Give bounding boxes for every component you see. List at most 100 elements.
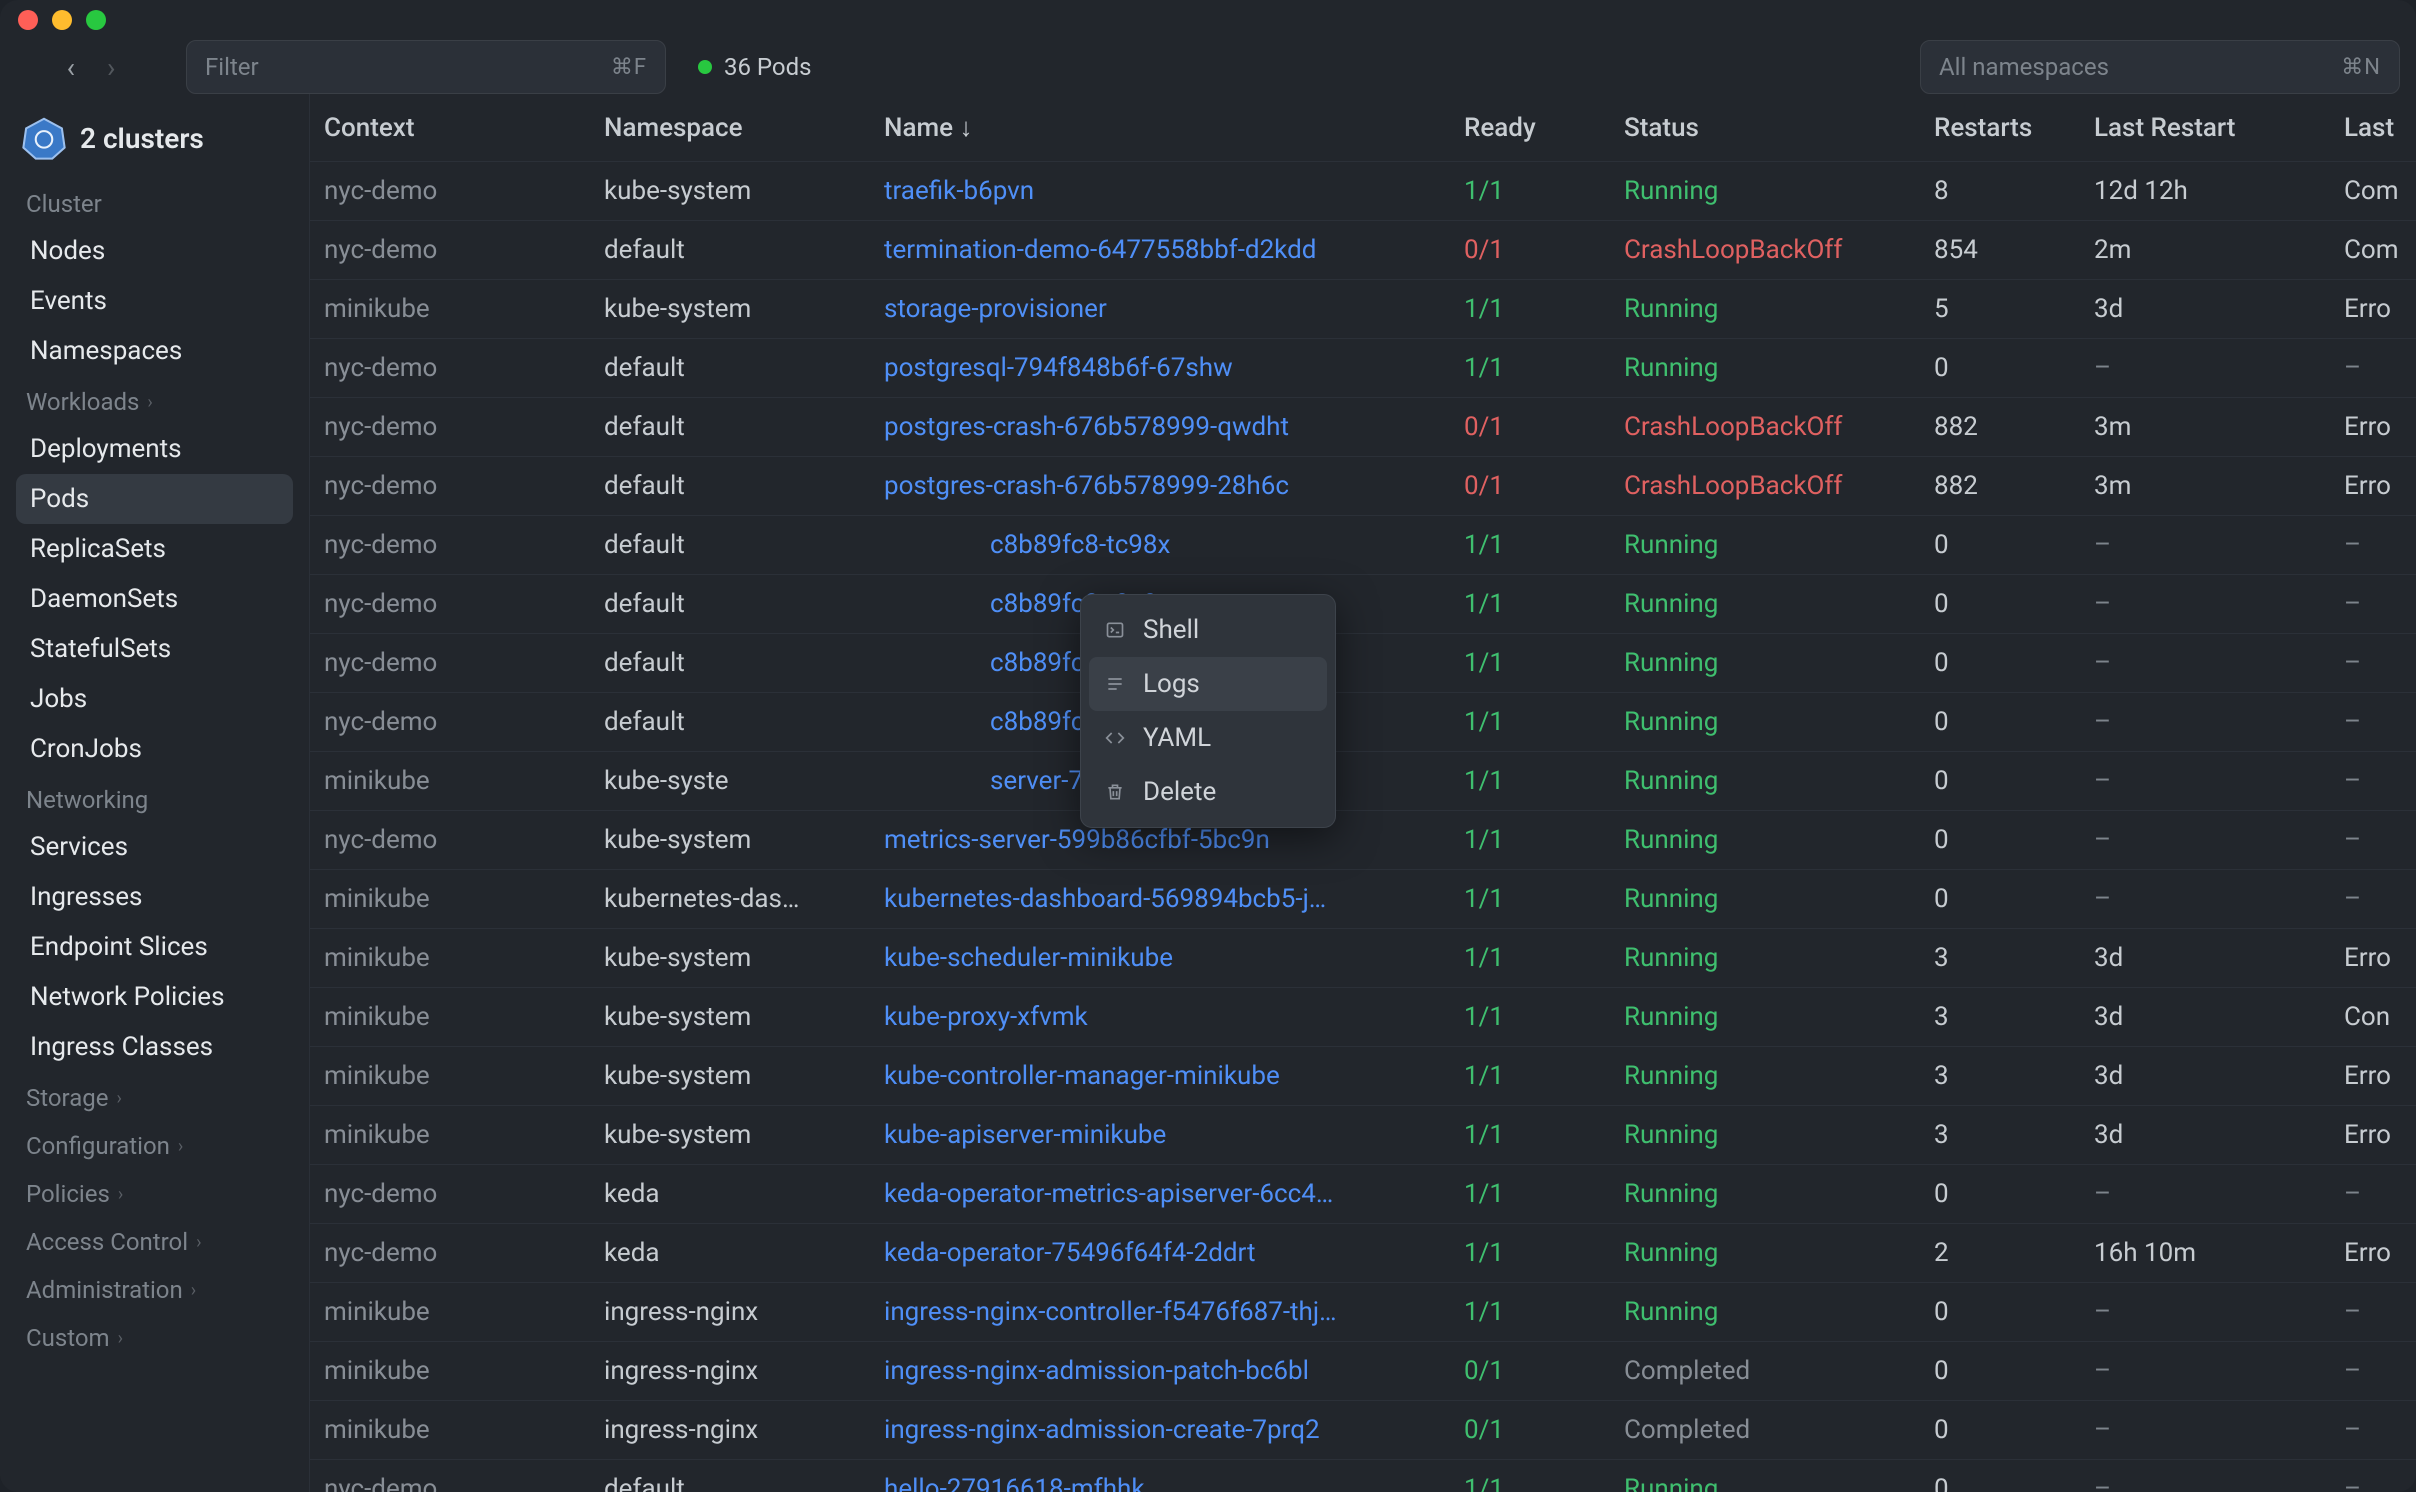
col-restarts[interactable]: Restarts xyxy=(1920,94,2080,162)
table-row[interactable]: nyc-demodefaultpostgres-crash-676b578999… xyxy=(310,398,2416,457)
cell-ready: 0/1 xyxy=(1450,457,1610,516)
col-context[interactable]: Context xyxy=(310,94,590,162)
cell-name[interactable]: ingress-nginx-admission-create-7prq2 xyxy=(870,1401,1450,1460)
namespace-select[interactable]: All namespaces ⌘N xyxy=(1920,40,2400,94)
sidebar-item-cronjobs[interactable]: CronJobs xyxy=(16,724,293,774)
close-icon[interactable] xyxy=(18,10,38,30)
table-row[interactable]: minikubekube-systeserver-786f5fb55f-twnt… xyxy=(310,752,2416,811)
cell-last: Erro xyxy=(2330,1047,2416,1106)
table-row[interactable]: minikubekube-systemkube-apiserver-miniku… xyxy=(310,1106,2416,1165)
table-row[interactable]: minikubeingress-nginxingress-nginx-admis… xyxy=(310,1401,2416,1460)
cell-last: – xyxy=(2330,1283,2416,1342)
cell-namespace: kube-system xyxy=(590,988,870,1047)
cell-name[interactable]: c8b89fc8-tc98x xyxy=(870,516,1450,575)
table-row[interactable]: minikubekube-systemkube-controller-manag… xyxy=(310,1047,2416,1106)
cell-name[interactable]: postgresql-794f848b6f-67shw xyxy=(870,339,1450,398)
table-row[interactable]: nyc-demokube-systemtraefik-b6pvn1/1Runni… xyxy=(310,162,2416,221)
cell-last-restart: 3m xyxy=(2080,398,2330,457)
kubernetes-icon xyxy=(22,116,66,160)
cell-last-restart: – xyxy=(2080,693,2330,752)
nav-back-button[interactable]: ‹ xyxy=(67,51,75,84)
sidebar-item-network-policies[interactable]: Network Policies xyxy=(16,972,293,1022)
sidebar-section-administration[interactable]: Administration› xyxy=(16,1264,293,1312)
chevron-right-icon: › xyxy=(196,1232,201,1253)
col-name[interactable]: Name ↓ xyxy=(870,94,1450,162)
cell-namespace: default xyxy=(590,1460,870,1492)
table-row[interactable]: nyc-demokedakeda-operator-75496f64f4-2dd… xyxy=(310,1224,2416,1283)
cell-name[interactable]: postgres-crash-676b578999-28h6c xyxy=(870,457,1450,516)
table-row[interactable]: nyc-demodefaultc8b89fc8-2h8hn1/1Running0… xyxy=(310,693,2416,752)
cell-name[interactable]: kube-controller-manager-minikube xyxy=(870,1047,1450,1106)
table-row[interactable]: nyc-demodefaulthello-27916618-mfhhk1/1Ru… xyxy=(310,1460,2416,1492)
table-row[interactable]: minikubekubernetes-das…kubernetes-dashbo… xyxy=(310,870,2416,929)
cell-name[interactable]: keda-operator-75496f64f4-2ddrt xyxy=(870,1224,1450,1283)
cell-name[interactable]: kubernetes-dashboard-569894bcb5-j… xyxy=(870,870,1450,929)
cell-name[interactable]: kube-scheduler-minikube xyxy=(870,929,1450,988)
cell-name[interactable]: postgres-crash-676b578999-qwdht xyxy=(870,398,1450,457)
minimize-icon[interactable] xyxy=(52,10,72,30)
table-row[interactable]: minikubeingress-nginxingress-nginx-admis… xyxy=(310,1342,2416,1401)
sidebar-item-ingresses[interactable]: Ingresses xyxy=(16,872,293,922)
cell-restarts: 8 xyxy=(1920,162,2080,221)
cell-name[interactable]: hello-27916618-mfhhk xyxy=(870,1460,1450,1492)
col-ready[interactable]: Ready xyxy=(1450,94,1610,162)
sidebar-item-namespaces[interactable]: Namespaces xyxy=(16,326,293,376)
table-row[interactable]: nyc-demodefaultpostgres-crash-676b578999… xyxy=(310,457,2416,516)
zoom-icon[interactable] xyxy=(86,10,106,30)
col-namespace[interactable]: Namespace xyxy=(590,94,870,162)
cell-status: CrashLoopBackOff xyxy=(1610,221,1920,280)
table-row[interactable]: minikubekube-systemkube-proxy-xfvmk1/1Ru… xyxy=(310,988,2416,1047)
sidebar-item-replicasets[interactable]: ReplicaSets xyxy=(16,524,293,574)
col-last[interactable]: Last xyxy=(2330,94,2416,162)
table-row[interactable]: nyc-demokedakeda-operator-metrics-apiser… xyxy=(310,1165,2416,1224)
table-row[interactable]: nyc-demokube-systemmetrics-server-599b86… xyxy=(310,811,2416,870)
menu-item-shell[interactable]: Shell xyxy=(1089,603,1327,657)
sidebar-section-configuration[interactable]: Configuration› xyxy=(16,1120,293,1168)
table-row[interactable]: minikubekube-systemstorage-provisioner1/… xyxy=(310,280,2416,339)
col-last[interactable]: Last Restart xyxy=(2080,94,2330,162)
cell-status: Running xyxy=(1610,280,1920,339)
cell-name[interactable]: keda-operator-metrics-apiserver-6cc4… xyxy=(870,1165,1450,1224)
cell-name[interactable]: storage-provisioner xyxy=(870,280,1450,339)
sidebar-item-nodes[interactable]: Nodes xyxy=(16,226,293,276)
sidebar-section-workloads[interactable]: Workloads› xyxy=(16,376,293,424)
table-row[interactable]: minikubekube-systemkube-scheduler-miniku… xyxy=(310,929,2416,988)
sidebar-section-storage[interactable]: Storage› xyxy=(16,1072,293,1120)
table-row[interactable]: minikubeingress-nginxingress-nginx-contr… xyxy=(310,1283,2416,1342)
cell-name[interactable]: traefik-b6pvn xyxy=(870,162,1450,221)
table-row[interactable]: nyc-demodefaultc8b89fc8-gtv8j1/1Running0… xyxy=(310,634,2416,693)
sidebar-section-custom[interactable]: Custom› xyxy=(16,1312,293,1360)
menu-item-yaml[interactable]: YAML xyxy=(1089,711,1327,765)
nav-forward-button[interactable]: › xyxy=(107,51,115,84)
cell-name[interactable]: ingress-nginx-admission-patch-bc6bl xyxy=(870,1342,1450,1401)
sidebar-section-access-control[interactable]: Access Control› xyxy=(16,1216,293,1264)
menu-item-delete[interactable]: Delete xyxy=(1089,765,1327,819)
cell-ready: 1/1 xyxy=(1450,929,1610,988)
sidebar-item-events[interactable]: Events xyxy=(16,276,293,326)
sidebar-section-policies[interactable]: Policies› xyxy=(16,1168,293,1216)
cell-name[interactable]: kube-apiserver-minikube xyxy=(870,1106,1450,1165)
sidebar-item-pods[interactable]: Pods xyxy=(16,474,293,524)
col-status[interactable]: Status xyxy=(1610,94,1920,162)
table-row[interactable]: nyc-demodefaultc8b89fc8-t8s8c1/1Running0… xyxy=(310,575,2416,634)
table-row[interactable]: nyc-demodefaulttermination-demo-6477558b… xyxy=(310,221,2416,280)
sidebar-item-services[interactable]: Services xyxy=(16,822,293,872)
sidebar-item-jobs[interactable]: Jobs xyxy=(16,674,293,724)
cell-name[interactable]: termination-demo-6477558bbf-d2kdd xyxy=(870,221,1450,280)
sidebar-item-ingress-classes[interactable]: Ingress Classes xyxy=(16,1022,293,1072)
cell-last-restart: 3m xyxy=(2080,457,2330,516)
cell-namespace: default xyxy=(590,693,870,752)
cell-context: nyc-demo xyxy=(310,457,590,516)
table-row[interactable]: nyc-demodefaultpostgresql-794f848b6f-67s… xyxy=(310,339,2416,398)
table-row[interactable]: nyc-demodefaultc8b89fc8-tc98x1/1Running0… xyxy=(310,516,2416,575)
cluster-header[interactable]: 2 clusters xyxy=(16,108,293,178)
sidebar-item-daemonsets[interactable]: DaemonSets xyxy=(16,574,293,624)
menu-item-logs[interactable]: Logs xyxy=(1089,657,1327,711)
filter-input[interactable]: Filter ⌘F xyxy=(186,40,666,94)
cell-name[interactable]: ingress-nginx-controller-f5476f687-thj… xyxy=(870,1283,1450,1342)
cell-name[interactable]: kube-proxy-xfvmk xyxy=(870,988,1450,1047)
sidebar-item-endpoint-slices[interactable]: Endpoint Slices xyxy=(16,922,293,972)
cell-restarts: 0 xyxy=(1920,752,2080,811)
sidebar-item-statefulsets[interactable]: StatefulSets xyxy=(16,624,293,674)
sidebar-item-deployments[interactable]: Deployments xyxy=(16,424,293,474)
